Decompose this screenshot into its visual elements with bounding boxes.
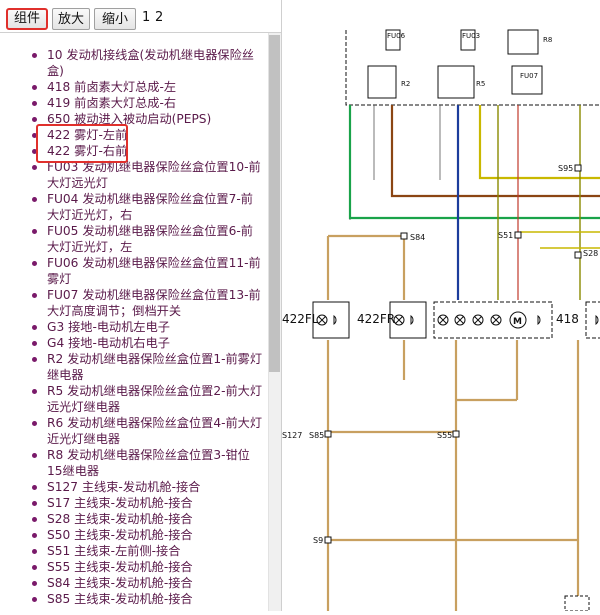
highlight-fog-lamps: [36, 124, 128, 163]
splice-label-s95: S95: [558, 164, 573, 173]
component-item[interactable]: 10 发动机接线盒(发动机继电器保险丝盒): [31, 47, 265, 79]
component-item[interactable]: R6 发动机继电器保险丝盒位置4-前大灯近光灯继电器: [31, 415, 265, 447]
component-item[interactable]: G4 接地-电动机右电子: [31, 335, 265, 351]
component-item[interactable]: S127 主线束-发动机舱-接合: [31, 479, 265, 495]
splice-label-s84: S84: [410, 233, 425, 242]
component-item[interactable]: S55 主线束-发动机舱-接合: [31, 559, 265, 575]
component-item[interactable]: S50 主线束-发动机舱-接合: [31, 527, 265, 543]
component-item[interactable]: G3 接地-电动机左电子: [31, 319, 265, 335]
splice-label-s9: S9: [313, 536, 323, 545]
splice-label-s28: S28: [583, 249, 598, 258]
splice-label-s55: S55: [437, 431, 452, 440]
wiring-diagram[interactable]: FU06 FU03 R8 R2 R5 FU07 S95 S84 S51 S28 …: [281, 0, 600, 612]
component-item[interactable]: S51 主线束-左前侧-接合: [31, 543, 265, 559]
relay-label-r8: R8: [543, 36, 552, 44]
page-link-1[interactable]: 1: [142, 10, 150, 25]
component-item[interactable]: 419 前卤素大灯总成-右: [31, 95, 265, 111]
component-item[interactable]: FU04 发动机继电器保险丝盒位置7-前大灯近光灯，右: [31, 191, 265, 223]
splice-label-s85: S85: [309, 431, 324, 440]
component-item[interactable]: S17 主线束-发动机舱-接合: [31, 495, 265, 511]
relay-label-fu07: FU07: [520, 72, 538, 80]
component-item[interactable]: 418 前卤素大灯总成-左: [31, 79, 265, 95]
relay-label-r5: R5: [476, 80, 485, 88]
motor-icon: M: [513, 317, 522, 327]
splice-label-s51: S51: [498, 231, 513, 240]
component-item[interactable]: S84 主线束-发动机舱-接合: [31, 575, 265, 591]
relay-label-fu03: FU03: [462, 32, 480, 40]
component-item[interactable]: R8 发动机继电器保险丝盒位置3-钳位15继电器: [31, 447, 265, 479]
toolbar: 组件 放大 缩小 1 2: [0, 0, 281, 32]
component-item[interactable]: FU03 发动机继电器保险丝盒位置10-前大灯远光灯: [31, 159, 265, 191]
components-panel: 10 发动机接线盒(发动机继电器保险丝盒) 418 前卤素大灯总成-左 419 前卤…: [0, 32, 281, 612]
components-button[interactable]: 组件: [6, 8, 48, 30]
zoom-out-button[interactable]: 缩小: [94, 8, 136, 30]
component-item[interactable]: R5 发动机继电器保险丝盒位置2-前大灯远光灯继电器: [31, 383, 265, 415]
component-label-422fl: 422FL: [282, 312, 319, 326]
scrollbar-thumb[interactable]: [269, 35, 280, 372]
component-item[interactable]: R2 发动机继电器保险丝盒位置1-前雾灯继电器: [31, 351, 265, 383]
relay-label-fu06: FU06: [387, 32, 406, 40]
relay-label-r2: R2: [401, 80, 410, 88]
component-item[interactable]: FU07 发动机继电器保险丝盒位置13-前大灯高度调节；倒档开关: [31, 287, 265, 319]
component-item[interactable]: FU05 发动机继电器保险丝盒位置6-前大灯近光灯，左: [31, 223, 265, 255]
splice-label-s127: S127: [282, 431, 302, 440]
zoom-in-button[interactable]: 放大: [52, 8, 90, 30]
component-item[interactable]: S85 主线束-发动机舱-接合: [31, 591, 265, 607]
component-item[interactable]: S28 主线束-发动机舱-接合: [31, 511, 265, 527]
component-label-422fr: 422FR: [357, 312, 395, 326]
component-item[interactable]: FU06 发动机继电器保险丝盒位置11-前雾灯: [31, 255, 265, 287]
page-link-2[interactable]: 2: [155, 10, 163, 25]
component-label-418: 418: [556, 312, 579, 326]
